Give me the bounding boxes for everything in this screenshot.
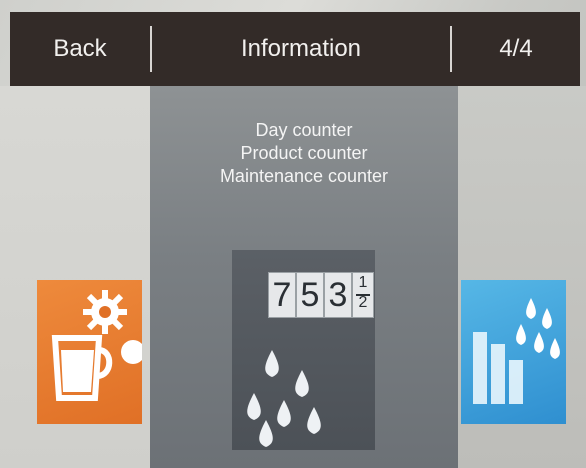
- fraction-numerator: 1: [358, 274, 368, 291]
- device-screen: Back Information 4/4 Day counter Product…: [0, 0, 586, 468]
- back-button[interactable]: Back: [10, 35, 150, 63]
- water-drops-icon: [247, 350, 321, 447]
- counter-digit: 7: [268, 272, 296, 318]
- page-indicator: 4/4: [499, 35, 533, 62]
- page-title: Information: [240, 35, 362, 62]
- counter-digit: 3: [324, 272, 352, 318]
- top-bar: Back Information 4/4: [10, 12, 580, 86]
- fraction-denominator: 2: [358, 294, 368, 311]
- counter-fraction: 1 2: [352, 272, 374, 318]
- maintenance-counter-label: Maintenance counter: [219, 166, 389, 186]
- day-counter-label: Day counter: [255, 120, 353, 140]
- counter-digit: 5: [296, 272, 324, 318]
- coffee-cup-gears-icon: [51, 290, 142, 401]
- product-counter-label: Product counter: [240, 143, 368, 163]
- water-drops-glasses-icon: [473, 298, 560, 404]
